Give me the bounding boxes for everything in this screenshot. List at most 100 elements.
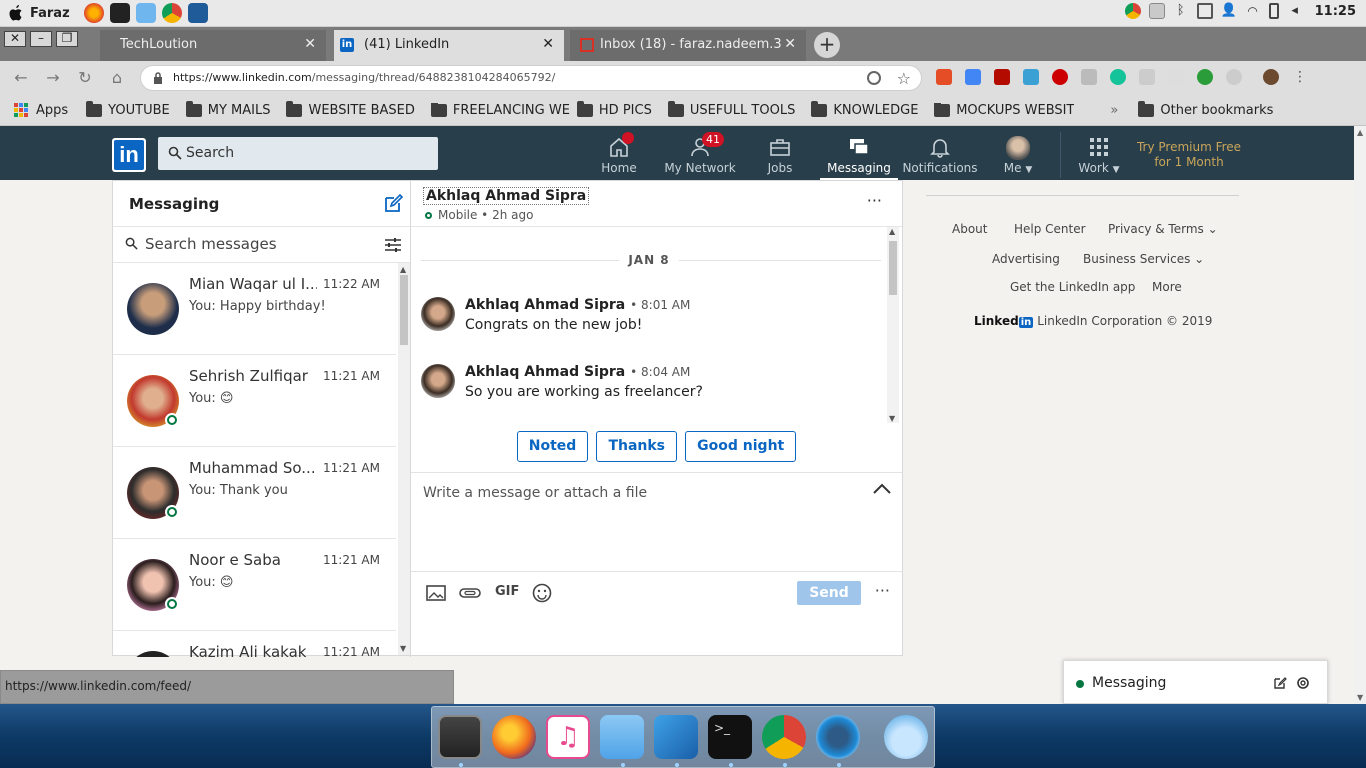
extension-grammarly-icon[interactable] (1110, 69, 1126, 85)
thread-contact-name[interactable]: Akhlaq Ahmad Sipra (423, 187, 590, 205)
dock-launchpad-icon[interactable] (438, 715, 482, 759)
global-search-input[interactable]: Search (158, 137, 438, 170)
scrollbar-thumb[interactable] (400, 275, 408, 345)
messaging-overlay[interactable]: Messaging (1063, 660, 1328, 704)
extension-block-icon[interactable] (867, 71, 881, 85)
extension-lock-icon[interactable] (936, 69, 952, 85)
send-button[interactable]: Send (797, 581, 861, 605)
footer-advertising-link[interactable]: Advertising (992, 252, 1060, 266)
clipboard-icon[interactable] (1196, 3, 1213, 19)
bookmark-my-mails[interactable]: MY MAILS (185, 100, 270, 118)
compose-icon[interactable] (1273, 676, 1287, 690)
extension-v-icon[interactable] (1168, 69, 1184, 85)
extension-pdf-icon[interactable] (994, 69, 1010, 85)
scroll-down-icon[interactable]: ▼ (1357, 693, 1363, 702)
thread-scrollbar[interactable]: ▲ ▼ (887, 227, 899, 423)
back-button[interactable]: ← (12, 69, 30, 87)
battery-icon[interactable] (1268, 3, 1279, 19)
bookmark-youtube[interactable]: YOUTUBE (86, 100, 170, 118)
tab-close-icon[interactable]: ✕ (784, 30, 796, 59)
extension-search-icon[interactable] (1197, 69, 1213, 85)
reload-button[interactable]: ↻ (76, 69, 94, 87)
footer-privacy-link[interactable]: Privacy & Terms ⌄ (1108, 222, 1218, 236)
gif-button[interactable]: GIF (495, 584, 519, 604)
conversation-item[interactable]: Kazim Ali kakak 11:21 AM (113, 631, 396, 657)
chrome-tray-icon[interactable] (1124, 3, 1141, 19)
dock-files-icon[interactable] (600, 715, 644, 759)
new-tab-button[interactable]: + (814, 32, 840, 58)
footer-help-link[interactable]: Help Center (1014, 222, 1086, 236)
profile-avatar-icon[interactable] (1263, 69, 1279, 85)
dock-music-icon[interactable]: ♫ (546, 715, 590, 759)
conversation-item[interactable]: Sehrish Zulfiqar 11:21 AM You: 😊 (113, 355, 396, 447)
tab-close-icon[interactable]: ✕ (304, 30, 316, 59)
address-bar[interactable]: https://www.linkedin.com/messaging/threa… (140, 65, 922, 91)
tab-techloution[interactable]: TechLoution ✕ (100, 30, 326, 61)
avatar[interactable] (421, 297, 455, 331)
dock-chrome-icon[interactable] (762, 715, 806, 759)
compose-icon[interactable] (383, 194, 403, 214)
extension-translate-icon[interactable] (965, 69, 981, 85)
window-minimize-button[interactable]: – (30, 31, 52, 47)
more-options-icon[interactable]: ··· (867, 191, 882, 210)
footer-app-link[interactable]: Get the LinkedIn app (1010, 280, 1135, 294)
quick-reply-good-night[interactable]: Good night (685, 431, 797, 462)
nav-messaging[interactable]: Messaging (820, 132, 898, 180)
bookmark-website-based[interactable]: WEBSITE BASED (286, 100, 415, 118)
bluetooth-icon[interactable]: ᛒ (1173, 3, 1189, 19)
nav-notifications[interactable]: Notifications (902, 132, 978, 180)
conversation-item[interactable]: Mian Waqar ul I... 11:22 AM You: Happy b… (113, 263, 396, 355)
nav-work[interactable]: Work ▼ (1076, 132, 1122, 180)
dock-firefox-icon[interactable] (492, 715, 536, 759)
bookmark-star-icon[interactable]: ☆ (897, 69, 911, 88)
more-options-icon[interactable]: ··· (875, 581, 890, 600)
gear-icon[interactable] (1295, 675, 1311, 691)
message-sender[interactable]: Akhlaq Ahmad Sipra • 8:04 AM (465, 364, 690, 380)
attachment-icon[interactable] (459, 583, 481, 603)
message-sender[interactable]: Akhlaq Ahmad Sipra • 8:01 AM (465, 297, 690, 313)
conversation-item[interactable]: Noor e Saba 11:21 AM You: 😊 (113, 539, 396, 631)
bookmark-apps[interactable]: Apps (14, 103, 68, 118)
terminal-icon[interactable] (109, 3, 130, 23)
page-scrollbar[interactable]: ▲ ▼ (1354, 126, 1366, 704)
scroll-down-icon[interactable]: ▼ (889, 414, 895, 423)
firefox-icon[interactable] (83, 3, 104, 23)
emoji-icon[interactable] (531, 583, 553, 603)
volume-icon[interactable]: ◂ (1287, 3, 1303, 19)
menu-icon[interactable]: ⋮ (1292, 69, 1308, 85)
extension-circle-icon[interactable] (1226, 69, 1242, 85)
window-restore-button[interactable]: ❐ (56, 31, 78, 47)
bookmark-hd-pics[interactable]: HD PICS (576, 100, 652, 118)
quick-reply-noted[interactable]: Noted (516, 431, 589, 462)
bookmark-knowledge[interactable]: KNOWLEDGE (811, 100, 918, 118)
conversation-list-scrollbar[interactable]: ▲ ▼ (398, 263, 410, 655)
bookmark-usefull-tools[interactable]: USEFULL TOOLS (667, 100, 795, 118)
message-composer[interactable]: Write a message or attach a file (411, 472, 902, 572)
home-button[interactable]: ⌂ (108, 69, 126, 87)
scroll-up-icon[interactable]: ▲ (889, 227, 895, 236)
tab-linkedin[interactable]: in (41) LinkedIn ✕ (334, 30, 564, 61)
nav-me[interactable]: Me ▼ (998, 132, 1038, 180)
tab-close-icon[interactable]: ✕ (542, 30, 554, 59)
finder-icon[interactable] (135, 3, 156, 23)
footer-more-link[interactable]: More (1152, 280, 1182, 294)
avatar[interactable] (421, 364, 455, 398)
search-messages-input[interactable]: Search messages (113, 227, 410, 263)
extension-block-icon[interactable] (1052, 69, 1068, 85)
try-premium-link[interactable]: Try Premium Free for 1 Month (1130, 140, 1248, 170)
wifi-icon[interactable]: ◠ (1245, 3, 1261, 19)
scroll-down-icon[interactable]: ▼ (400, 644, 406, 653)
conversation-item[interactable]: Muhammad So... 11:21 AM You: Thank you (113, 447, 396, 539)
bookmarks-overflow-icon[interactable]: » (1110, 103, 1118, 118)
footer-business-link[interactable]: Business Services ⌄ (1083, 252, 1204, 266)
bookmark-mockups[interactable]: MOCKUPS WEBSIT (934, 102, 1074, 118)
bookmark-freelancing[interactable]: FREELANCING WE (430, 102, 571, 118)
apple-icon[interactable] (8, 4, 24, 22)
linkedin-logo[interactable]: in (112, 138, 146, 172)
shield-tray-icon[interactable] (1148, 3, 1165, 19)
forward-button[interactable]: → (44, 69, 62, 87)
scroll-up-icon[interactable]: ▲ (1357, 128, 1363, 137)
extension-shield-icon[interactable] (1081, 69, 1097, 85)
chevron-up-icon[interactable] (872, 483, 892, 495)
image-icon[interactable] (425, 583, 447, 603)
